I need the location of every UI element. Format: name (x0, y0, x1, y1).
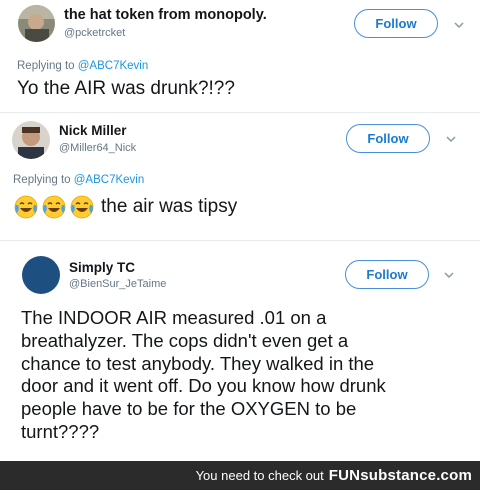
replying-to: Replying to @ABC7Kevin (17, 60, 148, 72)
handle[interactable]: @BienSur_JeTaime (69, 278, 166, 290)
watermark-banner: You need to check out FUNsubstance.com (0, 461, 480, 490)
tweet-3: Simply TC @BienSur_JeTaime Follow The IN… (0, 241, 480, 461)
tweet-text: the air was tipsy (101, 196, 238, 217)
chevron-down-icon[interactable] (442, 268, 456, 282)
avatar[interactable] (18, 5, 55, 42)
display-name[interactable]: Nick Miller (59, 123, 127, 138)
replying-to: Replying to @ABC7Kevin (13, 174, 144, 186)
avatar[interactable] (22, 256, 60, 294)
reply-mention-link[interactable]: @ABC7Kevin (78, 60, 148, 72)
chevron-down-icon[interactable] (452, 18, 466, 32)
display-name[interactable]: the hat token from monopoly. (64, 7, 267, 23)
tears-of-joy-emoji-icon (14, 195, 38, 219)
avatar[interactable] (12, 121, 50, 159)
tweet-text-line: people have to be for the OXYGEN to be (21, 398, 357, 420)
tweet-text: Yo the AIR was drunk?!?? (17, 78, 235, 99)
follow-button[interactable]: Follow (354, 9, 438, 38)
watermark-brand: FUNsubstance.com (328, 467, 472, 484)
replying-label: Replying to (13, 174, 71, 186)
tears-of-joy-emoji-icon (70, 195, 94, 219)
handle[interactable]: @Miller64_Nick (59, 142, 136, 154)
tweet-text-line: The INDOOR AIR measured .01 on a (21, 307, 327, 328)
replying-label: Replying to (17, 60, 75, 72)
tweet-text-line: turnt???? (21, 420, 100, 442)
tweet-text-row: the air was tipsy (13, 194, 237, 220)
tweet-text-line: chance to test anybody. They walked in t… (21, 352, 375, 374)
reply-mention-link[interactable]: @ABC7Kevin (74, 174, 144, 186)
tweet-text-line: door and it went off. Do you know how dr… (21, 375, 386, 397)
tweet-1: the hat token from monopoly. @pcketrcket… (0, 0, 480, 112)
tweet-text: The INDOOR AIR measured .01 on a breatha… (21, 307, 386, 444)
follow-button[interactable]: Follow (345, 260, 429, 289)
watermark-text: You need to check out (195, 468, 324, 483)
chevron-down-icon[interactable] (444, 132, 458, 146)
follow-button[interactable]: Follow (346, 124, 430, 153)
handle[interactable]: @pcketrcket (64, 27, 125, 39)
tears-of-joy-emoji-icon (42, 195, 66, 219)
tweet-text-line: breathalyzer. The cops didn't even get a (21, 329, 349, 351)
display-name[interactable]: Simply TC (69, 260, 135, 275)
tweet-2: Nick Miller @Miller64_Nick Follow Replyi… (0, 113, 480, 240)
